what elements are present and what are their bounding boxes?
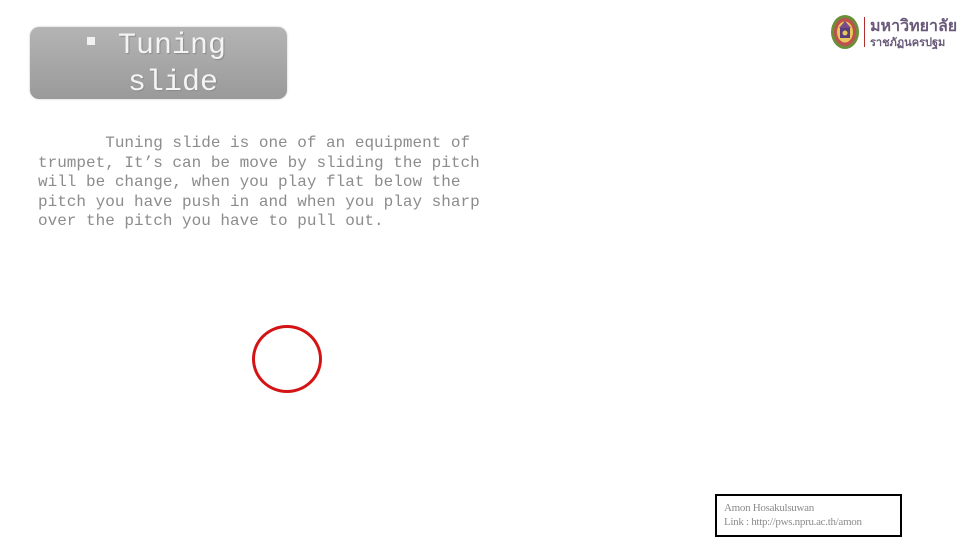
credit-box: Amon Hosakulsuwan Link : http://pws.npru… xyxy=(715,494,902,537)
logo-divider xyxy=(864,17,865,47)
red-circle-annotation xyxy=(252,325,322,393)
body-line: trumpet, It’s can be move by sliding the… xyxy=(38,153,480,172)
author-name: Amon Hosakulsuwan xyxy=(724,502,814,514)
university-name-line-2: ราชภัฏนครปฐม xyxy=(870,36,946,49)
slide-title-line-1: Tuning xyxy=(118,29,227,63)
slide-title: Tuning slide xyxy=(118,28,278,102)
body-line: Tuning slide is one of an equipment of xyxy=(38,134,471,152)
body-line: over the pitch you have to pull out. xyxy=(38,212,384,231)
slide-title-line-2: slide xyxy=(128,66,219,100)
author-link[interactable]: Link : http://pws.npru.ac.th/amon xyxy=(724,516,862,528)
square-bullet-icon xyxy=(87,37,95,45)
body-paragraph: Tuning slide is one of an equipment of tr… xyxy=(38,134,548,232)
body-line: will be change, when you play flat below… xyxy=(38,173,461,192)
university-emblem-icon xyxy=(831,15,859,49)
body-line: pitch you have push in and when you play… xyxy=(38,192,480,211)
